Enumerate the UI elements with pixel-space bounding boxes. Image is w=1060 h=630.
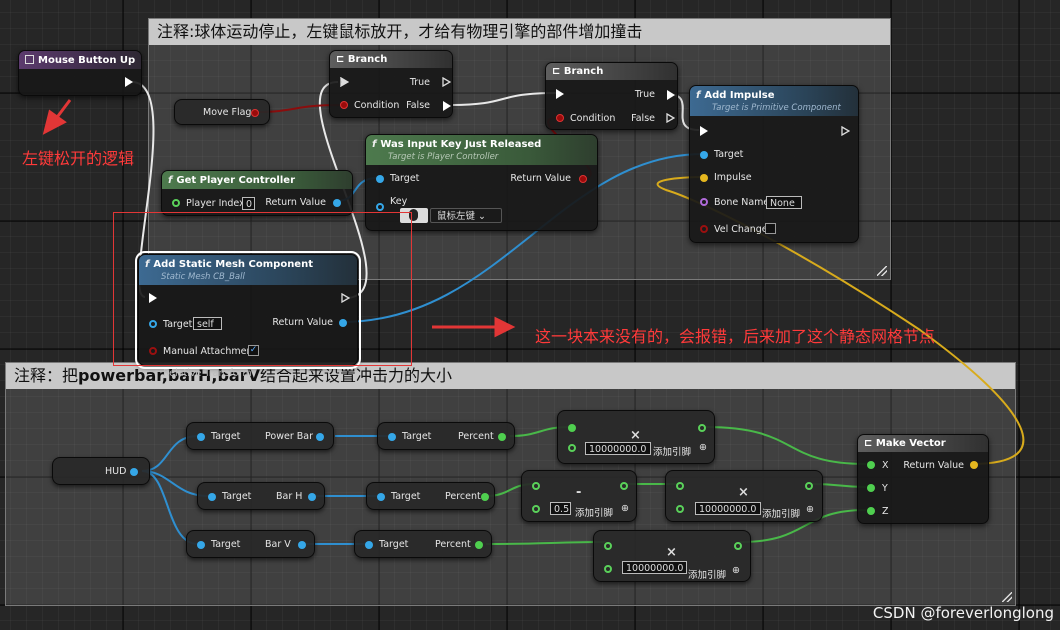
highlight-box	[113, 212, 412, 366]
annotation-added-node: 这一块本来没有的，会报错，后来加了这个静态网格节点	[535, 327, 936, 346]
watermark: CSDN @foreverlonglong	[872, 604, 1054, 622]
blueprint-graph-canvas[interactable]: 注释:球体运动停止，左键鼠标放开，才给有物理引擎的部件增加撞击 注释：把powe…	[0, 0, 1060, 630]
arrow-right-head-icon	[494, 316, 516, 338]
annotation-left-logic: 左键松开的逻辑	[22, 149, 135, 168]
arrow-left-head-icon	[42, 109, 67, 135]
